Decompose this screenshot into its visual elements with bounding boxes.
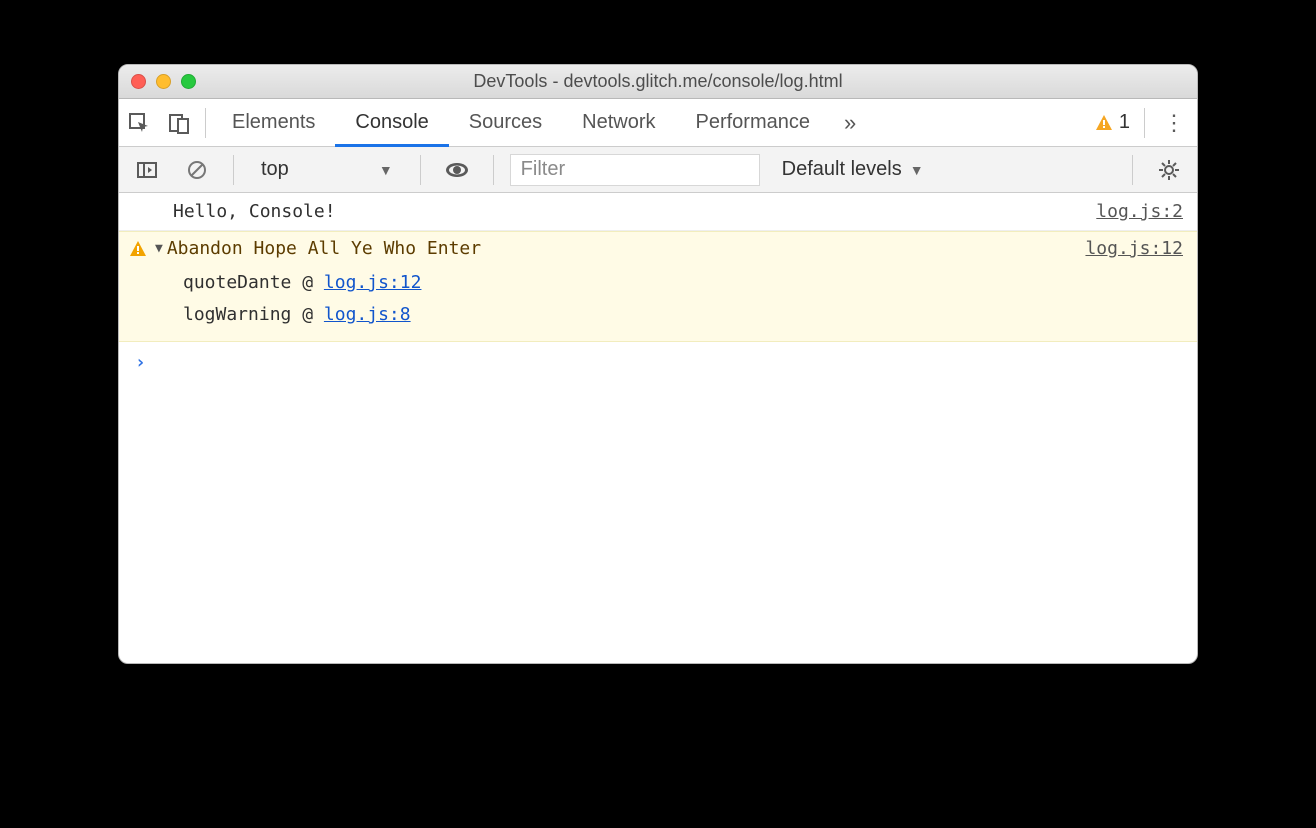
close-window-button[interactable]: [131, 74, 146, 89]
levels-label: Default levels: [782, 158, 902, 181]
stack-frame: quoteDante @ log.js:12: [183, 267, 1183, 299]
stack-trace: quoteDante @ log.js:12 logWarning @ log.…: [183, 267, 1183, 331]
titlebar: DevTools - devtools.glitch.me/console/lo…: [119, 65, 1197, 99]
minimize-window-button[interactable]: [156, 74, 171, 89]
device-toolbar-icon[interactable]: [165, 109, 193, 137]
divider: [233, 155, 234, 185]
context-label: top: [261, 158, 289, 181]
warnings-badge[interactable]: 1: [1095, 111, 1138, 134]
prompt-icon: ›: [135, 352, 146, 373]
window-title: DevTools - devtools.glitch.me/console/lo…: [119, 71, 1197, 92]
console-settings-icon[interactable]: [1155, 156, 1183, 184]
clear-console-icon[interactable]: [183, 156, 211, 184]
tab-elements[interactable]: Elements: [212, 99, 335, 147]
log-message: Abandon Hope All Ye Who Enter: [167, 238, 481, 259]
console-log-area: Hello, Console! log.js:2 ▼ Abandon Hope …: [119, 193, 1197, 663]
more-tabs-icon[interactable]: »: [830, 110, 870, 136]
divider: [420, 155, 421, 185]
frame-function: quoteDante: [183, 272, 291, 293]
title-url: devtools.glitch.me/console/log.html: [563, 71, 842, 91]
zoom-window-button[interactable]: [181, 74, 196, 89]
log-row-info: Hello, Console! log.js:2: [119, 193, 1197, 231]
at-glyph: @: [302, 272, 313, 293]
source-link[interactable]: log.js:2: [1096, 201, 1183, 222]
log-message: Hello, Console!: [173, 201, 336, 222]
window-controls: [131, 74, 196, 89]
settings-menu-icon[interactable]: ⋮: [1151, 110, 1197, 136]
panel-tabs: Elements Console Sources Network Perform…: [119, 99, 1197, 147]
disclosure-triangle-icon[interactable]: ▼: [155, 241, 163, 256]
warnings-count: 1: [1119, 111, 1130, 134]
warning-icon: [1095, 114, 1113, 132]
stack-frame: logWarning @ log.js:8: [183, 299, 1183, 331]
chevron-down-icon: ▼: [910, 162, 924, 178]
divider: [205, 108, 206, 138]
at-glyph: @: [302, 304, 313, 325]
frame-source-link[interactable]: log.js:12: [324, 272, 422, 293]
tab-console[interactable]: Console: [335, 99, 448, 147]
source-link[interactable]: log.js:12: [1085, 238, 1183, 259]
filter-input[interactable]: [510, 154, 760, 186]
divider: [1144, 108, 1145, 138]
divider: [493, 155, 494, 185]
tab-performance[interactable]: Performance: [676, 99, 831, 147]
tab-sources[interactable]: Sources: [449, 99, 562, 147]
devtools-window: DevTools - devtools.glitch.me/console/lo…: [118, 64, 1198, 664]
divider: [1132, 155, 1133, 185]
title-prefix: DevTools -: [473, 71, 563, 91]
console-prompt[interactable]: ›: [119, 342, 1197, 383]
console-toolbar: top ▼ Default levels ▼: [119, 147, 1197, 193]
log-levels-selector[interactable]: Default levels ▼: [782, 158, 924, 181]
warning-icon: [129, 240, 147, 258]
execution-context-selector[interactable]: top ▼: [250, 153, 404, 186]
frame-function: logWarning: [183, 304, 291, 325]
log-row-warning: ▼ Abandon Hope All Ye Who Enter log.js:1…: [119, 231, 1197, 342]
inspect-element-icon[interactable]: [125, 109, 153, 137]
live-expression-icon[interactable]: [443, 156, 471, 184]
chevron-down-icon: ▼: [379, 162, 393, 178]
frame-source-link[interactable]: log.js:8: [324, 304, 411, 325]
console-sidebar-toggle-icon[interactable]: [133, 156, 161, 184]
tab-network[interactable]: Network: [562, 99, 675, 147]
